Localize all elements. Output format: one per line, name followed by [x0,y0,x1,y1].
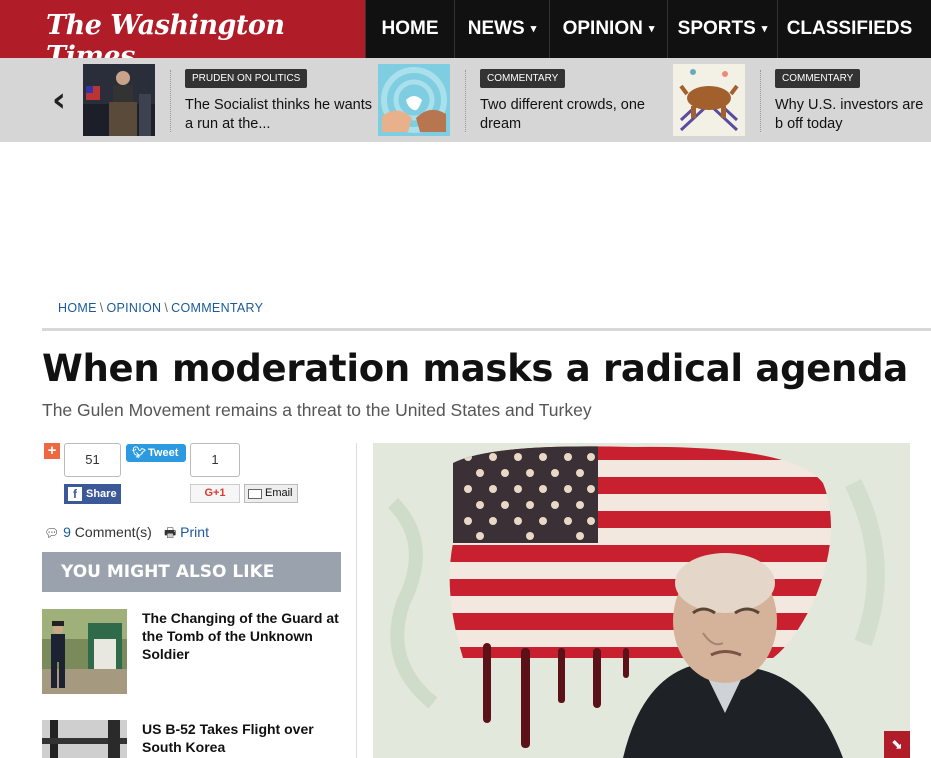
related-title[interactable]: US B-52 Takes Flight over South Korea [142,720,342,756]
divider [42,328,931,331]
divider [465,70,466,132]
story-title[interactable]: The Socialist thinks he wants a run at t… [185,96,375,134]
related-title[interactable]: The Changing of the Guard at the Tomb of… [142,609,342,663]
breadcrumb: HOME \ OPINION \ COMMENTARY [58,301,263,315]
nav-opinion-label: OPINION [562,18,643,40]
related-thumbnail[interactable] [42,609,127,694]
story-carousel: ‹ PRUDEN ON POLITICS The Socialist think… [0,58,931,142]
divider [170,70,171,132]
nav-sports-label: SPORTS [677,18,756,40]
breadcrumb-separator: \ [99,301,104,315]
article-subtitle: The Gulen Movement remains a threat to t… [42,400,592,420]
comments-link[interactable]: 💬︎ 9 Comment(s) [44,524,152,540]
top-navigation: The Washington Times HOME NEWS ▾ OPINION ▾… [0,0,931,72]
nav-classifieds-label: CLASSIFIEDS [786,18,913,39]
related-heading: YOU MIGHT ALSO LIKE [42,552,341,592]
site-logo[interactable]: The Washington Times [0,0,365,72]
chevron-down-icon: ▾ [530,23,537,35]
story-thumbnail[interactable] [673,64,745,136]
addthis-plus-icon[interactable]: + [44,443,60,459]
chevron-down-icon: ▾ [761,23,768,35]
divider [356,443,357,758]
breadcrumb-separator: \ [164,301,169,315]
print-link[interactable]: 🖶︎ Print [164,524,209,546]
email-label: Email [265,487,293,499]
story-tag[interactable]: PRUDEN ON POLITICS [185,69,308,88]
story-title[interactable]: Why U.S. investors are b off today [775,96,931,136]
facebook-icon: f [68,487,82,501]
nav-classifieds[interactable]: CLASSIFIEDS [777,0,921,58]
divider [760,70,761,132]
breadcrumb-commentary[interactable]: COMMENTARY [171,301,263,315]
breadcrumb-home[interactable]: HOME [58,301,97,315]
facebook-share-label: Share [86,488,117,500]
nav-home[interactable]: HOME [365,0,454,58]
email-share-button[interactable]: Email [244,484,298,503]
chevron-left-icon[interactable]: ‹ [52,80,66,120]
tweet-label: Tweet [148,447,179,459]
story-tag[interactable]: COMMENTARY [775,69,861,88]
story-thumbnail[interactable] [83,64,155,136]
facebook-share-count: 51 [64,443,121,477]
nav-home-label: HOME [381,18,439,39]
nav-news-label: NEWS [467,18,525,40]
envelope-icon [248,489,262,499]
story-thumbnail[interactable] [378,64,450,136]
comments-count: 9 [63,524,71,540]
story-title[interactable]: Two different crowds, one dream [480,96,670,134]
nav-news[interactable]: NEWS ▾ [454,0,549,58]
facebook-share-button[interactable]: f Share [64,484,121,504]
related-thumbnail[interactable] [42,720,127,758]
page-title: When moderation masks a radical agenda [42,347,908,390]
gplus-share-count: 1 [190,443,240,477]
breadcrumb-opinion[interactable]: OPINION [106,301,161,315]
nav-opinion[interactable]: OPINION ▾ [549,0,667,58]
comment-bubble-icon: 💬︎ [44,526,60,540]
twitter-bird-icon: 🐦︎ [132,447,146,459]
chevron-down-icon: ▾ [648,23,655,35]
story-tag[interactable]: COMMENTARY [480,69,566,88]
nav-sports[interactable]: SPORTS ▾ [667,0,777,58]
printer-icon: 🖶︎ [164,525,177,540]
comments-label: Comment(s) [70,524,152,540]
tweet-button[interactable]: 🐦︎ Tweet [126,444,186,462]
gplus-button[interactable]: G+1 [190,484,240,503]
expand-icon[interactable]: ⬊ [884,731,910,758]
article-hero-image[interactable] [373,443,910,758]
print-label: Print [180,524,209,540]
